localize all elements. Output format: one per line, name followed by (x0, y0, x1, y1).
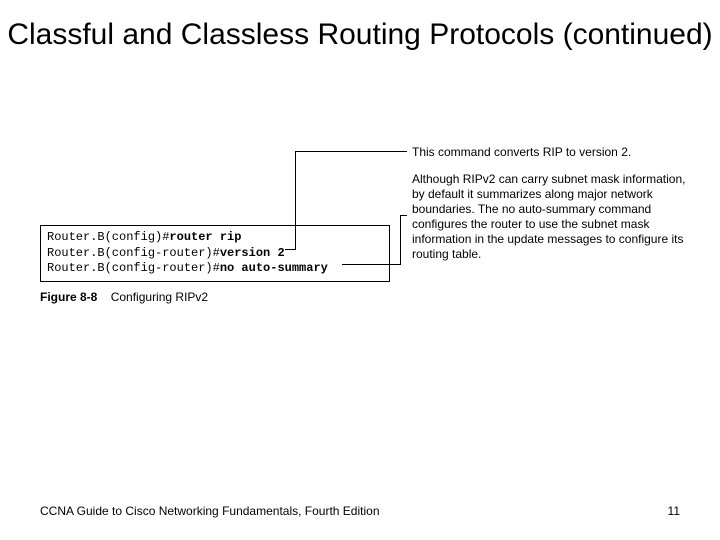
code-l1-cmd: router rip (169, 230, 241, 244)
code-l2-prompt: Router.B(config-router)# (47, 246, 220, 260)
connector-line (400, 215, 401, 265)
code-l3-prompt: Router.B(config-router)# (47, 261, 220, 275)
footer-book-title: CCNA Guide to Cisco Networking Fundament… (40, 504, 380, 518)
figure-diagram: Router.B(config)#router rip Router.B(con… (40, 145, 680, 365)
code-l1-prompt: Router.B(config)# (47, 230, 169, 244)
connector-line (295, 151, 296, 250)
figure-number: Figure 8-8 (40, 290, 97, 304)
slide-title: Classful and Classless Routing Protocols… (0, 18, 720, 53)
callout-note-2: Although RIPv2 can carry subnet mask inf… (412, 172, 692, 262)
code-box: Router.B(config)#router rip Router.B(con… (40, 225, 390, 282)
footer-page-number: 11 (668, 504, 680, 518)
connector-line (285, 249, 295, 250)
code-l2-cmd: version 2 (220, 246, 285, 260)
connector-line (400, 215, 407, 216)
callout-note-1: This command converts RIP to version 2. (412, 145, 682, 160)
slide: Classful and Classless Routing Protocols… (0, 0, 720, 540)
figure-caption-text: Configuring RIPv2 (111, 290, 208, 304)
figure-caption: Figure 8-8 Configuring RIPv2 (40, 290, 208, 304)
connector-line (295, 151, 407, 152)
connector-line (342, 264, 400, 265)
code-l3-cmd: no auto-summary (220, 261, 328, 275)
